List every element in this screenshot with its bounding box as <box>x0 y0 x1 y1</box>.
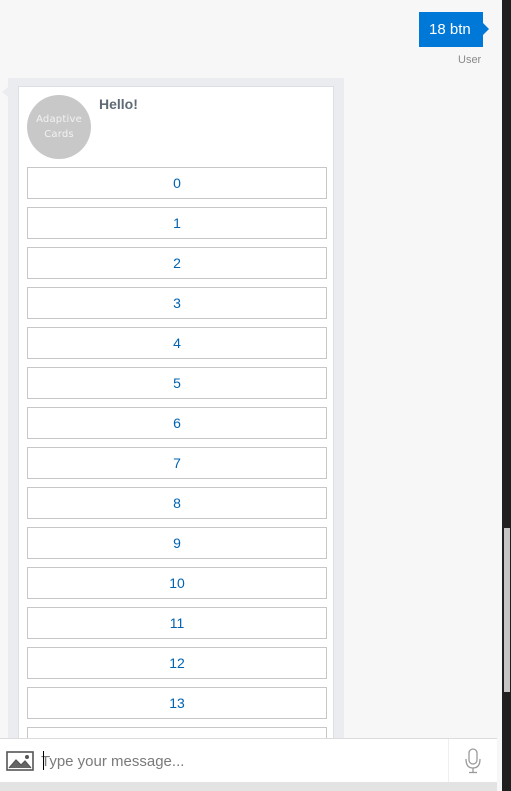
card-action-button[interactable]: 10 <box>27 567 327 599</box>
card-action-button[interactable]: 12 <box>27 647 327 679</box>
bot-message: Adaptive Cards Hello! 0 1 2 3 4 5 6 7 8 9 10 11 12 13 <box>2 78 344 746</box>
message-input-bar <box>0 738 497 783</box>
user-message: 18 btn <box>419 12 489 47</box>
scrollbar[interactable] <box>502 0 511 791</box>
card-action-button[interactable]: 6 <box>27 407 327 439</box>
microphone-button[interactable] <box>448 739 496 783</box>
microphone-icon <box>464 748 481 774</box>
card-action-button[interactable]: 5 <box>27 367 327 399</box>
card-title: Hello! <box>99 96 138 112</box>
card-action-button[interactable]: 2 <box>27 247 327 279</box>
upload-image-button[interactable] <box>6 751 34 771</box>
card-action-button[interactable]: 13 <box>27 687 327 719</box>
card-action-button[interactable]: 4 <box>27 327 327 359</box>
card-action-button[interactable]: 1 <box>27 207 327 239</box>
adaptive-card: Adaptive Cards Hello! 0 1 2 3 4 5 6 7 8 9 10 11 12 13 <box>18 86 334 746</box>
user-message-sender: User <box>458 54 482 66</box>
scrollbar-thumb[interactable] <box>504 528 510 692</box>
user-message-bubble: 18 btn <box>419 12 489 47</box>
text-caret <box>43 751 44 770</box>
card-action-button[interactable]: 0 <box>27 167 327 199</box>
card-action-button[interactable]: 9 <box>27 527 327 559</box>
adaptive-cards-logo: Adaptive Cards <box>27 95 91 159</box>
image-icon <box>6 751 34 771</box>
card-action-button[interactable]: 11 <box>27 607 327 639</box>
logo-line-2: Cards <box>44 129 74 140</box>
window-bottom-edge <box>0 782 497 791</box>
card-action-button[interactable]: 8 <box>27 487 327 519</box>
card-action-button[interactable]: 3 <box>27 287 327 319</box>
logo-line-1: Adaptive <box>36 114 82 125</box>
message-input[interactable] <box>41 749 441 773</box>
card-action-button[interactable]: 7 <box>27 447 327 479</box>
